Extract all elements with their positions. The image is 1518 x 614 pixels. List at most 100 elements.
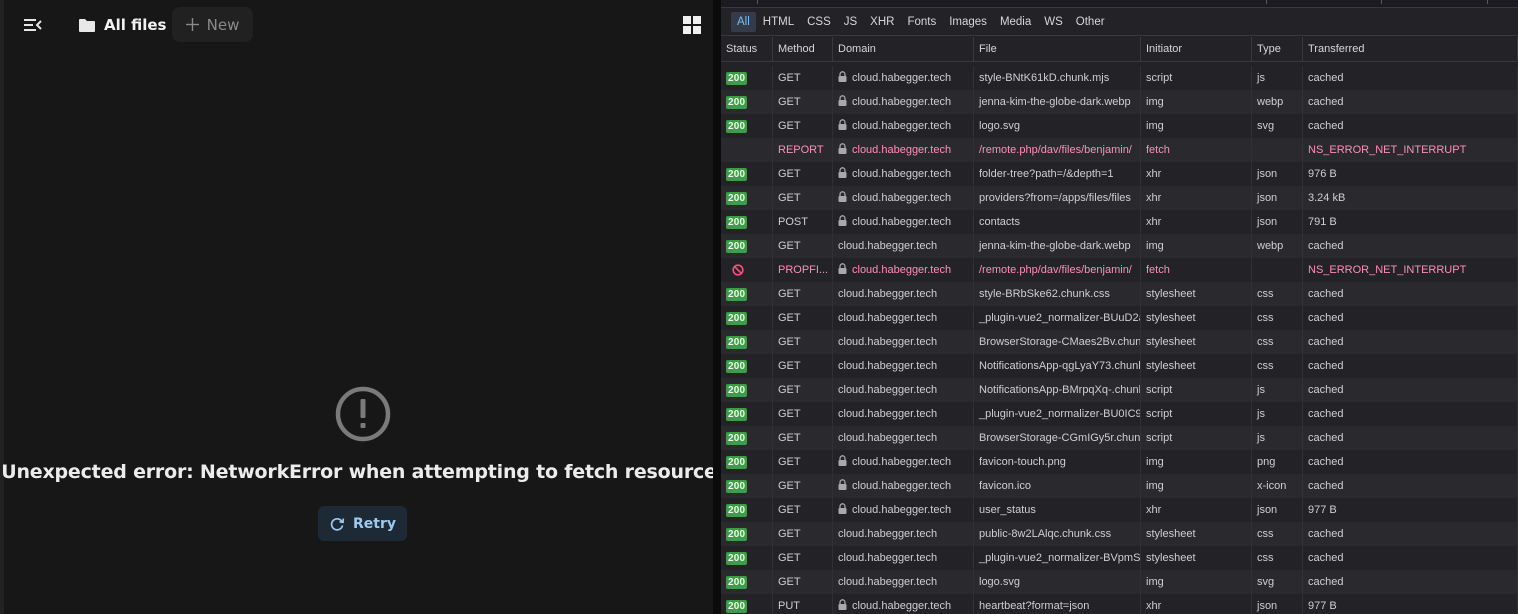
filter-images[interactable]: Images [943, 12, 993, 32]
request-row[interactable]: 200 GET cloud.habegger.tech NotificationsAp… [721, 378, 1518, 402]
toolbar-separator [1381, 0, 1382, 4]
request-row[interactable]: 200 GET cloud.habegger.tech style-BRbSke62.… [721, 282, 1518, 306]
cell-file: folder-tree?path=/&depth=1 [974, 162, 1141, 186]
cell-method: GET [773, 90, 833, 114]
status-badge: 200 [726, 192, 748, 205]
domain-text: cloud.habegger.tech [838, 288, 938, 300]
cell-type: json [1252, 594, 1303, 614]
cell-transferred: cached [1303, 570, 1518, 594]
request-row[interactable]: 200 GET cloud.habegger.tech favicon-touch.p… [721, 450, 1518, 474]
cell-method: PUT [773, 594, 833, 614]
request-row[interactable]: 200 GET cloud.habegger.tech NotificationsAp… [721, 354, 1518, 378]
request-row[interactable]: 200 GET cloud.habegger.tech folder-tree?pat… [721, 162, 1518, 186]
column-header-status[interactable]: Status [721, 37, 773, 62]
cell-file: user_status [974, 498, 1141, 522]
request-row[interactable]: 200 GET cloud.habegger.tech jenna-kim-the-g… [721, 234, 1518, 258]
request-row[interactable]: 200 GET cloud.habegger.tech jenna-kim-the-g… [721, 90, 1518, 114]
filter-js[interactable]: JS [838, 12, 863, 32]
cell-status [721, 258, 773, 282]
status-badge: 200 [726, 168, 748, 181]
cell-type: json [1252, 186, 1303, 210]
filter-xhr[interactable]: XHR [864, 12, 900, 32]
cell-transferred: cached [1303, 474, 1518, 498]
cell-type: css [1252, 522, 1303, 546]
domain-text: cloud.habegger.tech [838, 312, 938, 324]
cell-file: /remote.php/dav/files/benjamin/ [974, 258, 1141, 282]
cell-status: 200 [721, 66, 773, 90]
lock-icon [838, 215, 847, 226]
domain-text: cloud.habegger.tech [838, 408, 938, 420]
column-header-method[interactable]: Method [773, 37, 833, 62]
filter-fonts[interactable]: Fonts [901, 12, 942, 32]
cell-file: favicon.ico [974, 474, 1141, 498]
filter-all[interactable]: All [731, 11, 756, 32]
cell-transferred: cached [1303, 90, 1518, 114]
cell-domain: cloud.habegger.tech [833, 258, 974, 282]
status-badge: 200 [726, 216, 748, 229]
request-row[interactable]: 200 GET cloud.habegger.tech _plugin-vue2_no… [721, 546, 1518, 570]
request-row[interactable]: REPORT cloud.habegger.tech/remote.php/dav… [721, 138, 1518, 162]
cell-method: GET [773, 570, 833, 594]
lock-icon [838, 95, 847, 106]
lock-icon [838, 191, 847, 202]
request-row[interactable]: 200 POST cloud.habegger.tech contacts xhr jso… [721, 210, 1518, 234]
retry-button[interactable]: Retry [318, 506, 407, 541]
request-row[interactable]: 200 GET cloud.habegger.tech public-8w2LAlqc… [721, 522, 1518, 546]
network-monitor: All HTML CSS JS XHR Fonts Images Media WS Other S… [721, 0, 1518, 614]
request-row[interactable]: 200 GET cloud.habegger.tech providers?from=… [721, 186, 1518, 210]
cell-type: js [1252, 426, 1303, 450]
lock-icon [838, 599, 847, 610]
navigation-toggle-button[interactable] [16, 10, 50, 40]
cell-initiator: xhr [1141, 162, 1252, 186]
request-row[interactable]: 200 GET cloud.habegger.tech style-BNtK61kD.… [721, 66, 1518, 90]
filter-html[interactable]: HTML [757, 12, 800, 32]
filter-other[interactable]: Other [1070, 12, 1111, 32]
menu-collapse-icon [24, 19, 42, 31]
breadcrumb-all-files[interactable]: All files [68, 8, 176, 42]
cell-method: GET [773, 114, 833, 138]
request-row[interactable]: 200 GET cloud.habegger.tech logo.svg img svg c… [721, 570, 1518, 594]
cell-initiator: stylesheet [1141, 306, 1252, 330]
cell-domain: cloud.habegger.tech [833, 378, 974, 402]
filter-ws[interactable]: WS [1038, 12, 1069, 32]
cell-transferred: cached [1303, 546, 1518, 570]
request-row[interactable]: 200 GET cloud.habegger.tech user_status xhr j… [721, 498, 1518, 522]
request-row[interactable]: 200 GET cloud.habegger.tech BrowserStorage-… [721, 330, 1518, 354]
filter-media[interactable]: Media [994, 12, 1037, 32]
request-row[interactable]: 200 GET cloud.habegger.tech favicon.ico img x… [721, 474, 1518, 498]
error-empty-state: Unexpected error: NetworkError when atte… [1, 385, 724, 541]
cell-domain: cloud.habegger.tech [833, 114, 974, 138]
column-header-transferred[interactable]: Transferred [1303, 37, 1518, 62]
cell-type: png [1252, 450, 1303, 474]
cell-file: public-8w2LAlqc.chunk.css [974, 522, 1141, 546]
status-badge: 200 [726, 600, 748, 613]
filter-css[interactable]: CSS [801, 12, 837, 32]
cell-domain: cloud.habegger.tech [833, 330, 974, 354]
request-row[interactable]: 200 PUT cloud.habegger.tech heartbeat?forma… [721, 594, 1518, 614]
cell-file: favicon-touch.png [974, 450, 1141, 474]
grid-view-toggle[interactable] [676, 10, 708, 40]
cell-initiator: stylesheet [1141, 522, 1252, 546]
cell-status: 200 [721, 162, 773, 186]
pane-divider[interactable] [713, 0, 721, 614]
column-header-file[interactable]: File [974, 37, 1141, 62]
request-row[interactable]: 200 GET cloud.habegger.tech logo.svg img svg c… [721, 114, 1518, 138]
request-row[interactable]: 200 GET cloud.habegger.tech _plugin-vue2_no… [721, 402, 1518, 426]
request-row[interactable]: PROPFI... cloud.habegger.tech/remote.php/… [721, 258, 1518, 282]
request-row[interactable]: 200 GET cloud.habegger.tech _plugin-vue2_no… [721, 306, 1518, 330]
cell-domain: cloud.habegger.tech [833, 594, 974, 614]
cell-type: js [1252, 66, 1303, 90]
cell-status: 200 [721, 450, 773, 474]
column-header-initiator[interactable]: Initiator [1141, 37, 1252, 62]
column-header-type[interactable]: Type [1252, 37, 1303, 62]
cell-type: css [1252, 330, 1303, 354]
status-badge: 200 [726, 408, 748, 421]
new-button[interactable]: New [172, 7, 253, 42]
status-badge: 200 [726, 528, 748, 541]
column-header-domain[interactable]: Domain [833, 37, 974, 62]
cell-initiator: stylesheet [1141, 282, 1252, 306]
cell-type [1252, 138, 1303, 162]
request-row[interactable]: 200 GET cloud.habegger.tech BrowserStorage-… [721, 426, 1518, 450]
toolbar-separator [757, 0, 758, 4]
cell-type [1252, 258, 1303, 282]
